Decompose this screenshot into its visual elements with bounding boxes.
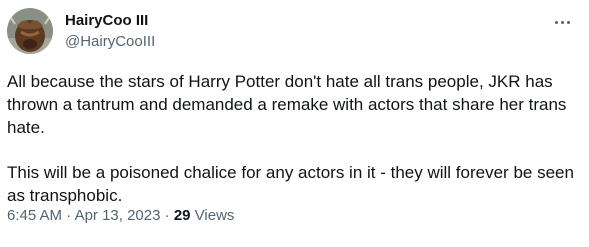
author-handle[interactable]: @HairyCooIII bbox=[65, 33, 155, 50]
views-count: 29 bbox=[173, 207, 191, 224]
tweet-meta: 6:45 AM · Apr 13, 2023 · 29 Views bbox=[7, 207, 234, 224]
views-label: Views bbox=[190, 207, 235, 224]
tweet-card: HairyCoo III @HairyCooIII All because th… bbox=[0, 0, 589, 247]
tweet-time[interactable]: 6:45 AM bbox=[7, 207, 62, 224]
more-icon[interactable] bbox=[548, 8, 576, 36]
avatar[interactable] bbox=[7, 8, 53, 54]
tweet-paragraph: This will be a poisoned chalice for any … bbox=[7, 163, 574, 205]
meta-separator: · bbox=[160, 207, 174, 224]
tweet-paragraph: All because the stars of Harry Potter do… bbox=[7, 72, 567, 137]
tweet-date[interactable]: Apr 13, 2023 bbox=[75, 207, 161, 224]
author-display-name[interactable]: HairyCoo III bbox=[65, 12, 148, 29]
tweet-text: All because the stars of Harry Potter do… bbox=[7, 70, 579, 207]
meta-separator: · bbox=[62, 207, 75, 224]
highland-cow-avatar-icon bbox=[7, 8, 53, 54]
